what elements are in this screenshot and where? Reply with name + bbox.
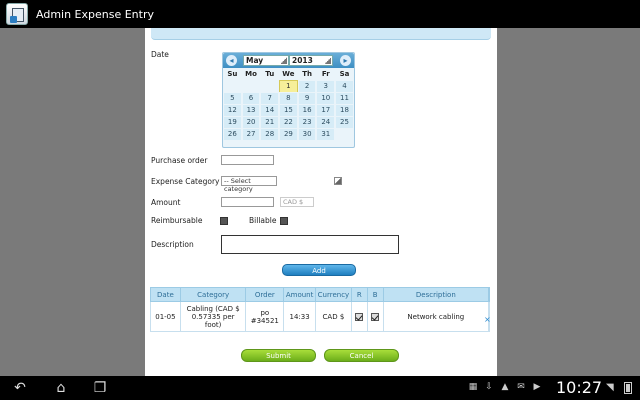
app-icon bbox=[6, 3, 28, 25]
amount-cell: 14:33 bbox=[284, 302, 317, 331]
calendar-week-row: 19 20 21 22 23 24 25 bbox=[223, 116, 354, 129]
column-header: B bbox=[368, 288, 384, 301]
weekday-label: Th bbox=[302, 70, 312, 78]
checkmark-icon bbox=[355, 312, 364, 321]
month-dropdown-icon bbox=[281, 57, 287, 64]
delete-row-icon[interactable]: × bbox=[484, 315, 491, 324]
previous-field-strip bbox=[151, 28, 491, 40]
checkmark-icon bbox=[371, 312, 380, 321]
battery-icon bbox=[624, 382, 632, 394]
calendar-header: ◂ May 2013 ▸ bbox=[223, 53, 354, 68]
purchase-order-input[interactable] bbox=[221, 155, 274, 165]
calendar-empty-cell bbox=[335, 128, 354, 141]
currency-cell: CAD $ bbox=[316, 302, 352, 331]
app-title: Admin Expense Entry bbox=[36, 7, 154, 21]
title-bar: Admin Expense Entry bbox=[0, 0, 640, 28]
system-navigation-bar: ↶ ⌂ ❐ ▦ ⇩ ▲ ✉ ▶ 10:27 ◥ bbox=[0, 376, 640, 400]
month-select[interactable]: May bbox=[243, 55, 289, 66]
purchase-order-label: Purchase order bbox=[151, 156, 208, 165]
weekday-label: We bbox=[282, 70, 295, 78]
calendar-day[interactable]: 29 bbox=[279, 128, 298, 141]
column-header: Description bbox=[384, 288, 490, 301]
calendar-week-row: 1234 bbox=[223, 80, 354, 93]
billable-label: Billable bbox=[249, 216, 277, 225]
column-header: Order bbox=[246, 288, 285, 301]
column-header: Category bbox=[181, 288, 247, 301]
media-icon: ▶ bbox=[533, 382, 541, 392]
weekday-header-row: Su Mo Tu We Th Fr Sa bbox=[223, 68, 354, 80]
next-month-icon[interactable]: ▸ bbox=[340, 55, 351, 66]
amount-label: Amount bbox=[151, 198, 181, 207]
recent-apps-icon[interactable]: ❐ bbox=[91, 380, 109, 396]
description-input[interactable] bbox=[221, 235, 399, 254]
back-icon[interactable]: ↶ bbox=[11, 380, 29, 396]
column-header: Date bbox=[151, 288, 181, 301]
table-body: 01-05 Cabling (CAD $ 0.57335 per foot) po … bbox=[150, 302, 490, 332]
expense-category-label: Expense Category bbox=[151, 177, 220, 186]
calendar-day[interactable]: 26 bbox=[223, 128, 242, 141]
column-header: R bbox=[352, 288, 368, 301]
date-cell: 01-05 bbox=[151, 302, 181, 331]
reimbursable-checkbox[interactable] bbox=[220, 217, 228, 225]
date-label: Date bbox=[151, 50, 169, 59]
amount-input[interactable] bbox=[221, 197, 274, 207]
weekday-label: Fr bbox=[321, 70, 330, 78]
reimbursable-cell bbox=[352, 302, 368, 331]
mail-icon: ✉ bbox=[517, 382, 525, 392]
description-cell: Network cabling bbox=[384, 302, 489, 331]
calendar-week-row: 5 6 7 8 9 10 11 bbox=[223, 92, 354, 105]
table-row[interactable]: 01-05 Cabling (CAD $ 0.57335 per foot) po … bbox=[150, 302, 490, 332]
weekday-label: Mo bbox=[245, 70, 257, 78]
column-header: Amount bbox=[284, 288, 317, 301]
weekday-label: Su bbox=[227, 70, 238, 78]
column-header: Currency bbox=[316, 288, 352, 301]
calendar-day[interactable]: 31 bbox=[316, 128, 336, 141]
table-header: Date Category Order Amount Currency R B Descrip… bbox=[150, 287, 490, 302]
calendar-weeks: 1 2 3 4 5 6 7 8 9 10 11 12 13 14 15 16 17 18 19 20 21 22 23 24 2… bbox=[223, 80, 354, 141]
add-button[interactable]: Add bbox=[282, 264, 356, 276]
billable-checkbox[interactable] bbox=[280, 217, 288, 225]
expense-table: Date Category Order Amount Currency R B Descrip… bbox=[150, 287, 490, 332]
calendar-day[interactable]: 28 bbox=[260, 128, 280, 141]
category-dropdown-icon[interactable] bbox=[334, 177, 342, 185]
billable-cell bbox=[368, 302, 384, 331]
download-icon: ⇩ bbox=[485, 382, 493, 392]
calendar-week-row: 26 27 28 29 30 31 bbox=[223, 128, 354, 141]
warning-icon: ▲ bbox=[501, 382, 509, 392]
prev-month-icon[interactable]: ◂ bbox=[226, 55, 237, 66]
month-value: May bbox=[246, 56, 264, 65]
gallery-icon: ▦ bbox=[468, 382, 478, 392]
currency-select[interactable]: CAD $ bbox=[280, 197, 314, 207]
weekday-label: Sa bbox=[339, 70, 350, 78]
calendar-day[interactable]: 27 bbox=[241, 128, 261, 141]
description-label: Description bbox=[151, 240, 194, 249]
calendar-day[interactable]: 30 bbox=[297, 128, 317, 141]
category-cell: Cabling (CAD $ 0.57335 per foot) bbox=[181, 302, 247, 331]
reimbursable-label: Reimbursable bbox=[151, 216, 203, 225]
cancel-button[interactable]: Cancel bbox=[324, 349, 399, 362]
home-icon[interactable]: ⌂ bbox=[52, 380, 70, 396]
weekday-label: Tu bbox=[265, 70, 275, 78]
calendar-week-row: 12 13 14 15 16 17 18 bbox=[223, 104, 354, 117]
year-dropdown-icon bbox=[325, 57, 331, 64]
year-select[interactable]: 2013 bbox=[289, 55, 333, 66]
calendar-grid: Su Mo Tu We Th Fr Sa 1 2 3 4 5 6 7 8 9 10 11 12 13 14 15 16 17… bbox=[223, 68, 354, 141]
date-picker-calendar[interactable]: ◂ May 2013 ▸ Su Mo Tu We Th Fr Sa 1 2 3 4 5 6 7 8 9 10 1… bbox=[222, 52, 355, 148]
clock: 10:27 bbox=[556, 378, 603, 397]
expense-category-select[interactable]: -- Select category bbox=[221, 176, 277, 193]
order-cell: po #34521 bbox=[246, 302, 285, 331]
submit-button[interactable]: Submit bbox=[241, 349, 316, 362]
wifi-icon: ◥ bbox=[606, 382, 614, 393]
year-value: 2013 bbox=[292, 56, 313, 65]
notification-icons: ▦ ⇩ ▲ ✉ ▶ bbox=[468, 382, 542, 394]
